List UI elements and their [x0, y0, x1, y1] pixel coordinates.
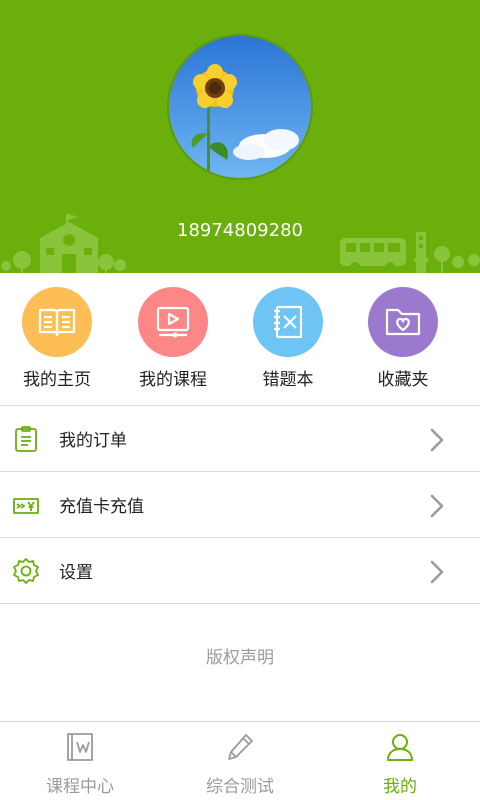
- quick-item-homepage[interactable]: 我的主页: [2, 287, 112, 390]
- avatar[interactable]: [167, 34, 313, 180]
- quick-item-courses[interactable]: 我的课程: [118, 287, 228, 390]
- tab-label: 我的: [383, 777, 417, 797]
- recharge-card-icon: [13, 498, 39, 514]
- menu-item-label: 充值卡充值: [59, 497, 144, 517]
- school-illustration: [1, 214, 126, 273]
- chevron-right-icon: [430, 494, 444, 518]
- sunflower-avatar-image: [169, 36, 311, 178]
- book-icon: [22, 287, 92, 357]
- quick-item-label: 错题本: [262, 370, 314, 390]
- tab-course-center[interactable]: 课程中心: [0, 722, 160, 800]
- heart-folder-icon: [368, 287, 438, 357]
- tab-mine[interactable]: 我的: [320, 722, 480, 800]
- bus-illustration: [340, 232, 480, 273]
- tab-label: 综合测试: [206, 777, 274, 797]
- chevron-right-icon: [430, 428, 444, 452]
- quick-item-label: 我的课程: [139, 370, 207, 390]
- profile-header: 18974809280: [0, 0, 480, 273]
- quick-item-label: 我的主页: [23, 370, 91, 390]
- chevron-right-icon: [430, 560, 444, 584]
- order-list-icon: [15, 426, 37, 452]
- tab-comprehensive-test[interactable]: 综合测试: [160, 722, 320, 800]
- menu-item-label: 设置: [59, 563, 93, 583]
- course-book-icon: [67, 733, 93, 761]
- quick-item-label: 收藏夹: [377, 370, 429, 390]
- pencil-icon: [228, 734, 253, 760]
- menu-item-recharge[interactable]: 充值卡充值: [0, 471, 480, 537]
- gear-icon: [13, 558, 39, 584]
- tab-bar: 课程中心 综合测试 我的: [0, 721, 480, 800]
- menu-item-settings[interactable]: 设置: [0, 537, 480, 603]
- menu-item-orders[interactable]: 我的订单: [0, 405, 480, 471]
- error-note-icon: [253, 287, 323, 357]
- quick-item-favorites[interactable]: 收藏夹: [348, 287, 458, 390]
- tab-label: 课程中心: [46, 777, 114, 797]
- menu-item-label: 我的订单: [59, 431, 127, 451]
- divider: [0, 603, 480, 604]
- quick-item-error-book[interactable]: 错题本: [233, 287, 343, 390]
- video-play-icon: [138, 287, 208, 357]
- copyright-link[interactable]: 版权声明: [0, 643, 480, 668]
- user-icon: [387, 734, 413, 761]
- quick-menu: 我的主页 我的课程 错题本 收藏夹: [0, 273, 480, 405]
